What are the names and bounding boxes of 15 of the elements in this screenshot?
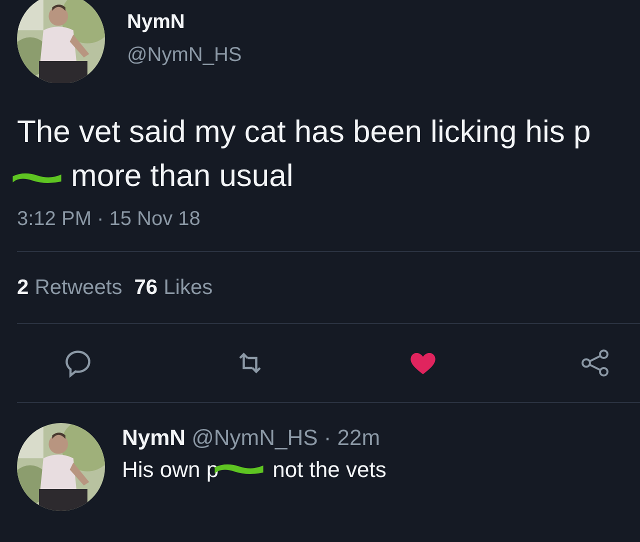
stat-label: Retweets (34, 276, 122, 300)
author-name: NymN (122, 425, 186, 451)
stat-label: Likes (164, 276, 213, 300)
tweet-text: more than usual (71, 158, 294, 193)
timestamp: 3:12 PM · 15 Nov 18 (17, 208, 202, 231)
stat-count: 2 (17, 276, 29, 300)
author-handle: @NymN_HS (192, 425, 318, 451)
tweet-text: The vet said my cat has been licking his p (17, 114, 591, 149)
author-name: NymN (127, 11, 186, 34)
author-handle: @NymN_HS (127, 44, 242, 67)
stat-count: 76 (134, 276, 158, 300)
reply-time: · 22m (324, 425, 380, 451)
share-icon[interactable] (580, 348, 610, 378)
reply-icon[interactable] (63, 348, 93, 378)
tweet-text: not the vets (272, 457, 386, 482)
